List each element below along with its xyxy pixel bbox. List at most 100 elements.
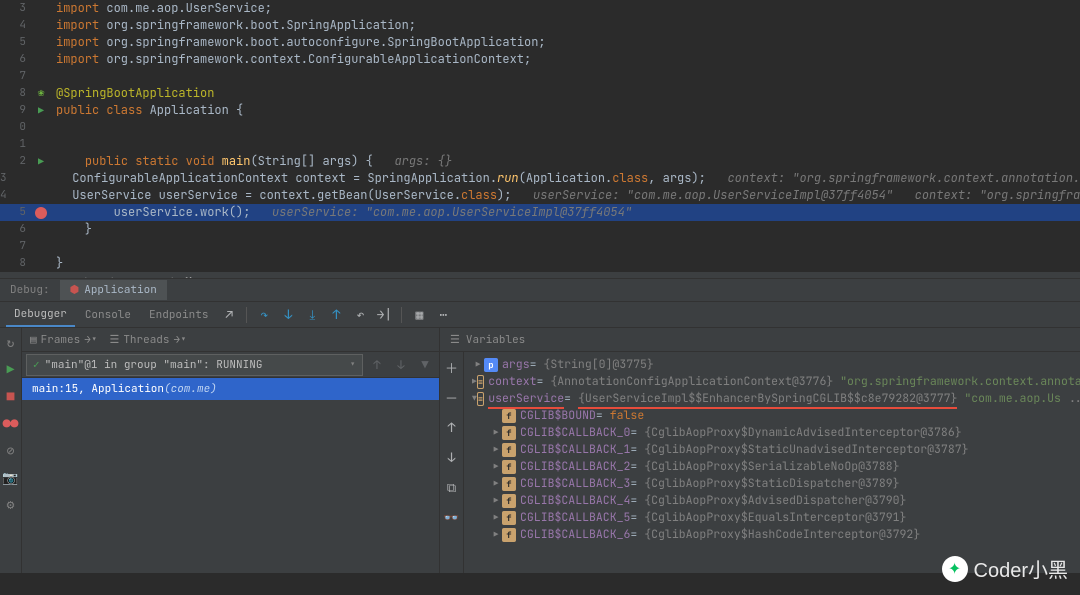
code-line[interactable]: 5import org.springframework.boot.autocon… xyxy=(0,34,1080,51)
code-line[interactable]: 1 xyxy=(0,136,1080,153)
show-watches-icon[interactable]: 👓 xyxy=(441,506,463,528)
code-text[interactable]: UserService userService = context.getBea… xyxy=(11,187,1080,204)
code-text[interactable] xyxy=(52,136,56,153)
step-out-icon[interactable]: ↑ xyxy=(325,304,347,326)
code-text[interactable]: import org.springframework.boot.SpringAp… xyxy=(52,17,416,34)
gutter-empty xyxy=(30,34,52,51)
code-editor[interactable]: 3import com.me.aop.UserService;4import o… xyxy=(0,0,1080,278)
step-into-icon[interactable]: ↓ xyxy=(277,304,299,326)
run-to-cursor-icon[interactable]: →| xyxy=(373,304,395,326)
stop-icon[interactable]: ■ xyxy=(7,388,15,405)
code-line[interactable]: 9▶public class Application { xyxy=(0,102,1080,119)
breakpoint-icon[interactable] xyxy=(30,204,52,221)
variable-row[interactable]: ▶fCGLIB$CALLBACK_6 = {CglibAopProxy$Hash… xyxy=(464,526,1080,543)
code-line[interactable]: 0 xyxy=(0,119,1080,136)
variable-row[interactable]: ▶fCGLIB$CALLBACK_3 = {CglibAopProxy$Stat… xyxy=(464,475,1080,492)
code-text[interactable]: ConfigurableApplicationContext context =… xyxy=(11,170,1080,187)
code-line[interactable]: 4 UserService userService = context.getB… xyxy=(0,187,1080,204)
code-line[interactable]: 4import org.springframework.boot.SpringA… xyxy=(0,17,1080,34)
variable-row[interactable]: ▶≡context = {AnnotationConfigApplication… xyxy=(464,373,1080,390)
expand-icon[interactable]: ▶ xyxy=(490,445,502,455)
breadcrumb-class[interactable]: Application xyxy=(56,276,129,278)
code-text[interactable]: public class Application { xyxy=(52,102,243,119)
code-line[interactable]: 5 userService.work(); userService: "com.… xyxy=(0,204,1080,221)
variable-row[interactable]: fCGLIB$BOUND = false xyxy=(464,407,1080,424)
filter-icon[interactable]: ▼ xyxy=(415,355,435,375)
expand-icon[interactable]: ▶ xyxy=(490,513,502,523)
expand-icon[interactable]: ▶ xyxy=(490,462,502,472)
variable-row[interactable]: ▶pargs = {String[0]@3775} xyxy=(464,356,1080,373)
var-type-icon: ≡ xyxy=(477,375,484,389)
debug-run-config-tab[interactable]: ⬢ Application xyxy=(60,280,167,300)
expand-icon[interactable]: ▶ xyxy=(490,496,502,506)
settings-icon[interactable]: ⚙ xyxy=(7,496,15,513)
tab-debugger[interactable]: Debugger xyxy=(6,303,75,327)
remove-watch-icon[interactable]: － xyxy=(441,386,463,408)
expand-icon[interactable]: ▶ xyxy=(490,428,502,438)
code-text[interactable]: } xyxy=(52,255,63,272)
variable-row[interactable]: ▶fCGLIB$CALLBACK_5 = {CglibAopProxy$Equa… xyxy=(464,509,1080,526)
new-watch-icon[interactable]: ＋ xyxy=(441,356,463,378)
code-line[interactable]: 3import com.me.aop.UserService; xyxy=(0,0,1080,17)
code-line[interactable]: 7 xyxy=(0,238,1080,255)
vars-toolbar: ＋ － ↑ ↓ ⧉ 👓 xyxy=(440,352,464,573)
duplicate-icon[interactable]: ⧉ xyxy=(441,476,463,498)
get-thread-dump-icon[interactable]: 📷 xyxy=(2,469,18,486)
mute-breakpoints-icon[interactable]: ⊘ xyxy=(7,442,15,459)
code-text[interactable] xyxy=(52,119,56,136)
code-text[interactable]: public static void main(String[] args) {… xyxy=(52,153,452,170)
expand-icon[interactable]: ▶ xyxy=(490,479,502,489)
code-text[interactable]: } xyxy=(52,221,92,238)
code-line[interactable]: 6 } xyxy=(0,221,1080,238)
stack-frame-row[interactable]: main:15, Application (com.me) xyxy=(22,378,439,400)
variables-tree[interactable]: ▶pargs = {String[0]@3775}▶≡context = {An… xyxy=(464,352,1080,573)
force-step-into-icon[interactable]: ⤓ xyxy=(301,304,323,326)
variable-row[interactable]: ▶fCGLIB$CALLBACK_4 = {CglibAopProxy$Advi… xyxy=(464,492,1080,509)
code-text[interactable]: import org.springframework.context.Confi… xyxy=(52,51,531,68)
variable-row[interactable]: ▶fCGLIB$CALLBACK_1 = {CglibAopProxy$Stat… xyxy=(464,441,1080,458)
debug-left-toolbar: ↻ ▶ ■ ●● ⊘ 📷 ⚙ xyxy=(0,328,22,573)
expand-icon[interactable]: ▶ xyxy=(490,530,502,540)
code-text[interactable] xyxy=(52,238,56,255)
spring-icon[interactable]: ❀ xyxy=(30,85,52,102)
variable-name: CGLIB$CALLBACK_6 xyxy=(520,527,630,542)
code-text[interactable]: import com.me.aop.UserService; xyxy=(52,0,272,17)
tab-endpoints[interactable]: Endpoints xyxy=(141,304,216,326)
variable-row[interactable]: ▶fCGLIB$CALLBACK_0 = {CglibAopProxy$Dyna… xyxy=(464,424,1080,441)
check-icon: ✓ xyxy=(33,358,40,372)
code-line[interactable]: 3 ConfigurableApplicationContext context… xyxy=(0,170,1080,187)
code-text[interactable]: userService.work(); userService: "com.me… xyxy=(52,204,632,221)
line-number: 7 xyxy=(0,68,30,85)
external-icon[interactable]: ↗ xyxy=(218,304,240,326)
code-text[interactable]: @SpringBootApplication xyxy=(52,85,214,102)
code-line[interactable]: 8} xyxy=(0,255,1080,272)
move-up-icon[interactable]: ↑ xyxy=(441,416,463,438)
run-gutter-icon[interactable]: ▶ xyxy=(30,102,52,119)
tab-console[interactable]: Console xyxy=(77,304,139,326)
variable-row[interactable]: ▶fCGLIB$CALLBACK_2 = {CglibAopProxy$Seri… xyxy=(464,458,1080,475)
code-text[interactable]: import org.springframework.boot.autoconf… xyxy=(52,34,546,51)
thread-dropdown[interactable]: ✓ "main"@1 in group "main": RUNNING ▾ xyxy=(26,354,363,376)
code-text[interactable] xyxy=(52,68,56,85)
variable-value: = {CglibAopProxy$SerializableNoOp@3788} xyxy=(630,459,899,474)
code-line[interactable]: 6import org.springframework.context.Conf… xyxy=(0,51,1080,68)
drop-frame-icon[interactable]: ↶ xyxy=(349,304,371,326)
evaluate-expression-icon[interactable]: ▦ xyxy=(408,304,430,326)
variable-row[interactable]: ▼≡userService = {UserServiceImpl$$Enhanc… xyxy=(464,390,1080,407)
rerun-icon[interactable]: ↻ xyxy=(7,334,15,351)
prev-frame-icon[interactable]: ↑ xyxy=(367,355,387,375)
run-gutter-icon[interactable]: ▶ xyxy=(30,153,52,170)
code-line[interactable]: 8❀@SpringBootApplication xyxy=(0,85,1080,102)
trace-current-stream-icon[interactable]: ⋯ xyxy=(432,304,454,326)
next-frame-icon[interactable]: ↓ xyxy=(391,355,411,375)
breadcrumb-method[interactable]: main() xyxy=(156,276,196,278)
threads-tab[interactable]: ☰ Threads →▾ xyxy=(109,333,186,347)
step-over-icon[interactable]: ↷ xyxy=(253,304,275,326)
resume-icon[interactable]: ▶ xyxy=(7,361,15,378)
move-down-icon[interactable]: ↓ xyxy=(441,446,463,468)
code-line[interactable]: 7 xyxy=(0,68,1080,85)
expand-icon[interactable]: ▶ xyxy=(472,360,484,370)
code-line[interactable]: 2▶ public static void main(String[] args… xyxy=(0,153,1080,170)
frames-tab[interactable]: ▤ Frames →▾ xyxy=(30,333,97,347)
view-breakpoints-icon[interactable]: ●● xyxy=(3,415,19,432)
